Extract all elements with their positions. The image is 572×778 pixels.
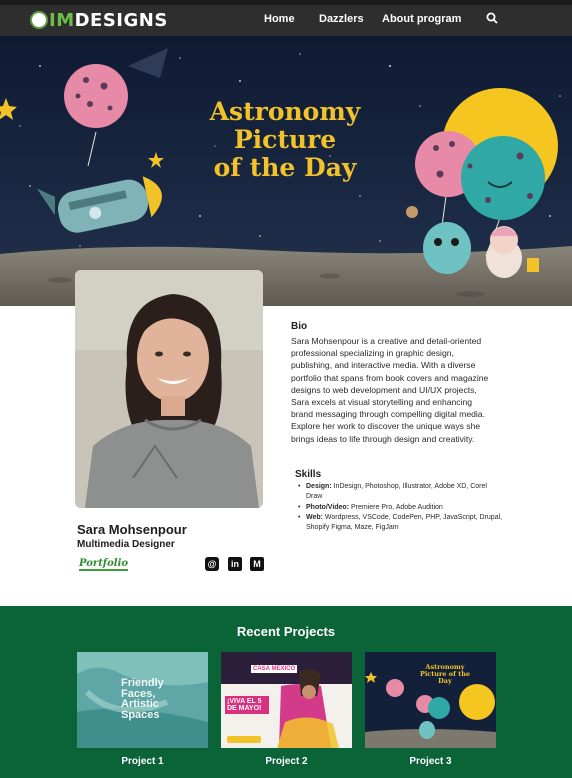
skills-list: Design: InDesign, Photoshop, Illustrator… <box>298 482 503 533</box>
nav-link-dazzlers[interactable]: Dazzlers <box>319 13 364 25</box>
project-card-1[interactable]: Friendly Faces, Artistic Spaces <box>77 652 208 748</box>
thumb-line: Friendly <box>121 677 164 689</box>
nav-link-home[interactable]: Home <box>264 13 295 25</box>
project-1-label[interactable]: Project 1 <box>77 756 208 767</box>
project-card-3[interactable]: Astronomy Picture of the Day <box>365 652 496 748</box>
linkedin-icon[interactable]: in <box>228 557 242 571</box>
hero-title-line-1: Astronomy <box>209 97 361 126</box>
logo-suffix: DESIGNS <box>74 9 168 31</box>
project-card-2[interactable]: CASA MEXICO ¡VIVA EL 5 DE MAYO! <box>221 652 352 748</box>
skill-value: Premiere Pro, Adobe Audition <box>349 503 443 511</box>
search-icon[interactable] <box>486 12 498 24</box>
recent-projects-section: Recent Projects Friendly Faces, Artistic… <box>0 606 572 778</box>
portrait-image <box>75 270 263 508</box>
profile-role: Multimedia Designer <box>77 539 175 550</box>
skill-value: Wordpress, VSCode, CodePen, PHP, JavaScr… <box>306 513 503 532</box>
logo-prefix: IM <box>49 9 75 31</box>
medium-icon[interactable]: M <box>250 557 264 571</box>
project-2-thumb-logo: CASA MEXICO <box>251 665 298 673</box>
skill-photo-video: Photo/Video: Premiere Pro, Adobe Auditio… <box>298 503 503 514</box>
at-icon[interactable]: @ <box>205 557 219 571</box>
skill-value: InDesign, Photoshop, Illustrator, Adobe … <box>306 483 487 501</box>
bio-heading: Bio <box>291 321 308 332</box>
portfolio-link[interactable]: Portfolio <box>79 558 129 571</box>
project-2-thumb-badge: ¡VIVA EL 5 DE MAYO! <box>225 696 269 714</box>
hero-title: Astronomy Picture of the Day <box>200 98 370 182</box>
skill-label: Web: <box>306 513 323 521</box>
logo-emblem-icon <box>30 11 48 29</box>
hero-title-line-2: Picture <box>233 125 337 154</box>
skill-web: Web: Wordpress, VSCode, CodePen, PHP, Ja… <box>298 513 503 534</box>
bio-text: Sara Mohsenpour is a creative and detail… <box>291 336 489 444</box>
hero-banner: Astronomy Picture of the Day <box>0 36 572 306</box>
profile-photo <box>75 270 263 508</box>
profile-name: Sara Mohsenpour <box>77 522 187 537</box>
project-1-thumb-text: Friendly Faces, Artistic Spaces <box>121 678 164 720</box>
skill-label: Design: <box>306 483 332 490</box>
skill-label: Photo/Video: <box>306 503 350 511</box>
thumb-line: Artistic <box>121 698 159 710</box>
hero-title-line-3: of the Day <box>213 153 357 182</box>
nav-link-about-program[interactable]: About program <box>382 13 461 25</box>
nav-top-border <box>0 0 572 5</box>
thumb-line: Spaces <box>121 708 160 721</box>
project-3-thumb-title: Astronomy Picture of the Day <box>419 663 471 685</box>
logo-wordmark: IMDESIGNS <box>49 10 168 31</box>
site-logo[interactable]: IMDESIGNS <box>30 9 168 31</box>
skill-design: Design: InDesign, Photoshop, Illustrator… <box>298 482 503 503</box>
skills-heading: Skills <box>295 469 322 480</box>
project-2-label[interactable]: Project 2 <box>221 756 352 767</box>
project-3-label[interactable]: Project 3 <box>365 756 496 767</box>
recent-projects-heading: Recent Projects <box>236 624 336 639</box>
top-nav: IMDESIGNS Home Dazzlers About program <box>0 0 572 36</box>
